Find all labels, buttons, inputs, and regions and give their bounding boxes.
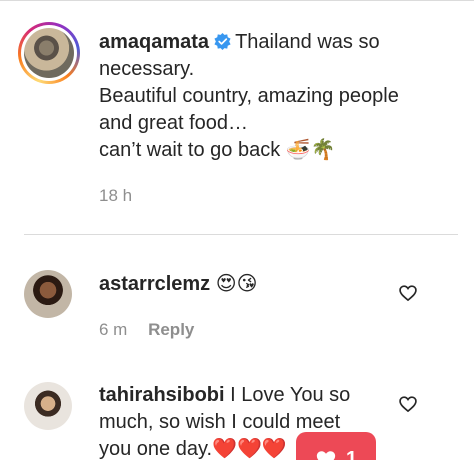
reply-button[interactable]: Reply (148, 320, 194, 339)
like-count: 1 (346, 448, 358, 460)
comment-text: astarrclemz 😍😘 (99, 271, 399, 298)
caption-divider (24, 234, 458, 235)
story-ring-avatar[interactable] (18, 22, 80, 84)
comment-item: tahirahsibobi I Love You so much, so wis… (24, 382, 454, 460)
comment-body: 😍😘 (215, 273, 258, 295)
caption-line-1: amaqamata Thailand was so (99, 29, 439, 56)
caption-timestamp: 18 h (99, 186, 133, 205)
comment-line-1-text: I Love You so (230, 384, 351, 406)
comment-meta: 6 m Reply (99, 320, 194, 340)
caption-line-5: can’t wait to go back 🍜🌴 (99, 139, 336, 161)
commenter-avatar[interactable] (24, 382, 72, 430)
comment-item: astarrclemz 😍😘 6 m Reply (24, 270, 454, 350)
comment-username[interactable]: tahirahsibobi (99, 384, 225, 406)
caption-line-3: Beautiful country, amazing people (99, 85, 399, 107)
heart-outline-icon[interactable] (398, 283, 418, 303)
caption-line-4: and great food… (99, 112, 248, 134)
comment-timestamp: 6 m (99, 320, 128, 339)
avatar-photo (24, 28, 74, 78)
caption-username[interactable]: amaqamata (99, 31, 209, 53)
comment-username[interactable]: astarrclemz (99, 273, 210, 295)
comment-line-1: tahirahsibobi I Love You so (99, 382, 399, 409)
caption-line-2: necessary. (99, 58, 195, 80)
commenter-avatar[interactable] (24, 270, 72, 318)
caption-text: amaqamata Thailand was so necessary. Beau… (99, 29, 439, 164)
caption-line-1-text: Thailand was so (235, 31, 380, 53)
top-divider (0, 0, 474, 4)
like-notification-badge[interactable]: 1 (296, 432, 376, 460)
avatar-frame (21, 25, 77, 81)
heart-outline-icon[interactable] (398, 394, 418, 414)
verified-badge-icon (214, 32, 231, 51)
heart-filled-icon (316, 451, 336, 460)
